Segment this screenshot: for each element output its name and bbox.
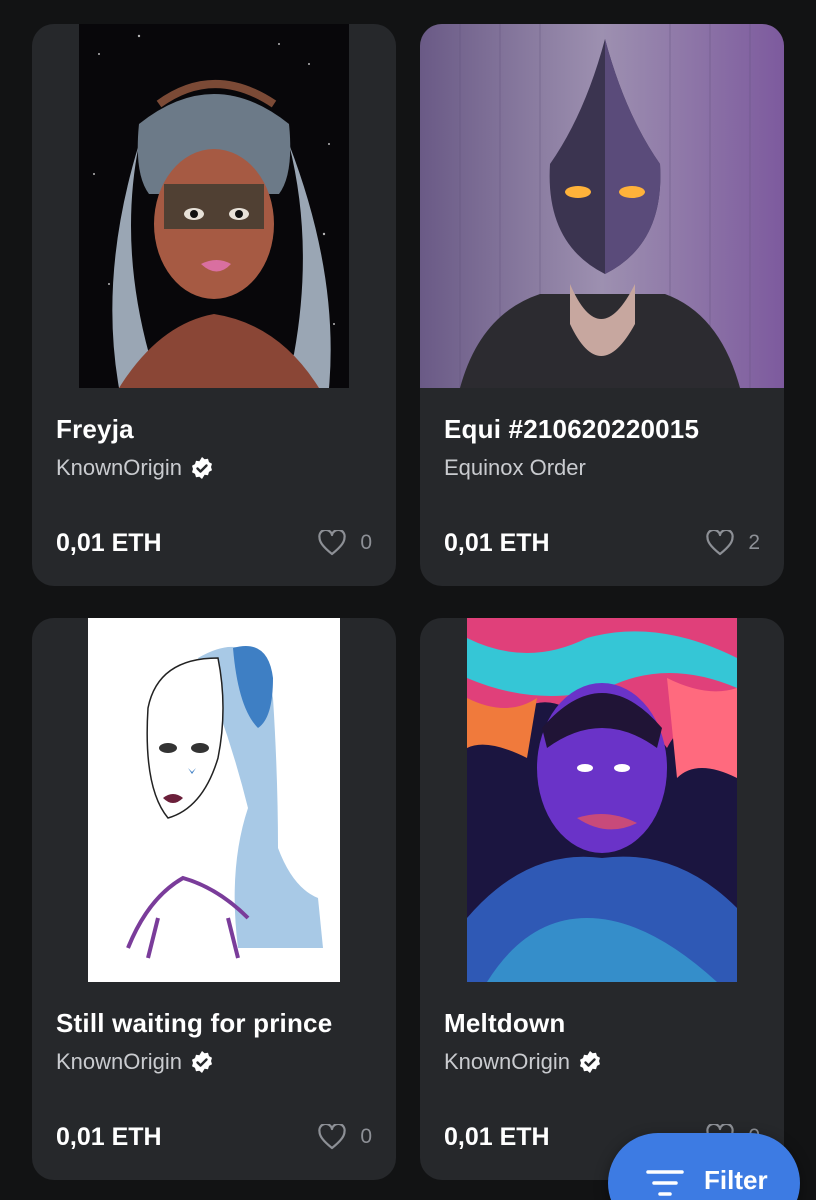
artwork-title[interactable]: Equi #210620220015 [444,414,699,445]
like-count: 0 [360,1125,372,1148]
filter-button[interactable]: Filter [608,1133,800,1200]
artwork-title[interactable]: Freyja [56,414,134,445]
nft-card[interactable]: Still waiting for prince KnownOrigin 0,0… [32,618,396,1180]
price: 0,01 ETH [444,529,550,557]
nft-card[interactable]: Equi #210620220015 Equinox Order 0,01 ET… [420,24,784,586]
like-count: 2 [748,531,760,554]
like-control[interactable]: 2 [706,530,760,556]
price: 0,01 ETH [56,1123,162,1151]
nft-card[interactable]: Meltdown KnownOrigin 0,01 ETH 0 [420,618,784,1180]
heart-icon[interactable] [318,530,346,556]
artwork-image[interactable] [79,24,349,388]
creator-label: KnownOrigin [56,455,182,480]
verified-badge-icon [191,1051,212,1073]
artwork-title[interactable]: Meltdown [444,1008,565,1039]
creator-label: KnownOrigin [444,1049,570,1074]
heart-icon[interactable] [318,1124,346,1150]
artwork-image[interactable] [420,24,784,388]
creator-name[interactable]: Equinox Order [444,455,586,481]
like-control[interactable]: 0 [318,1124,372,1150]
filter-lines-icon [646,1170,684,1196]
filter-label: Filter [704,1165,768,1195]
heart-icon[interactable] [706,530,734,556]
verified-badge-icon [191,457,212,479]
creator-name[interactable]: KnownOrigin [56,455,214,481]
creator-name[interactable]: KnownOrigin [444,1049,602,1075]
like-control[interactable]: 0 [318,530,372,556]
nft-card[interactable]: Freyja KnownOrigin 0,01 ETH 0 [32,24,396,586]
verified-badge-icon [579,1051,600,1073]
like-count: 0 [360,531,372,554]
artwork-image[interactable] [88,618,340,982]
creator-label: Equinox Order [444,455,586,480]
price: 0,01 ETH [444,1123,550,1151]
creator-label: KnownOrigin [56,1049,182,1074]
price: 0,01 ETH [56,529,162,557]
creator-name[interactable]: KnownOrigin [56,1049,214,1075]
artwork-title[interactable]: Still waiting for prince [56,1008,332,1039]
artwork-image[interactable] [467,618,737,982]
